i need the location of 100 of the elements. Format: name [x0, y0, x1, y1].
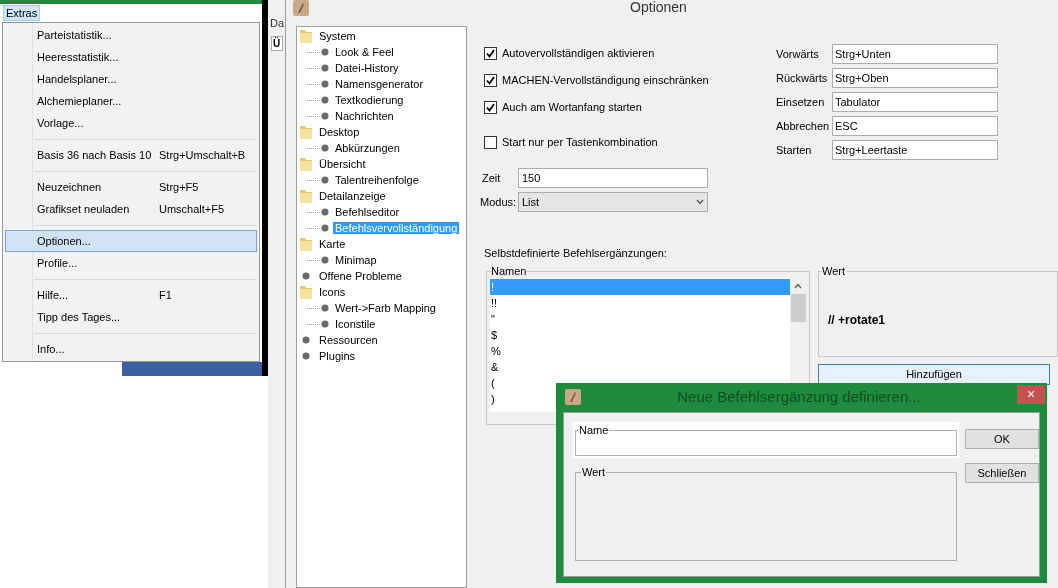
input-field[interactable]: Tabulator	[832, 92, 998, 112]
tree-item[interactable]: Textkodierung	[333, 93, 406, 106]
bullet-icon	[302, 336, 310, 344]
folder-icon	[299, 28, 313, 44]
tree-item[interactable]: Detailanzeige	[317, 189, 388, 202]
menu-item[interactable]: Neuzeichnen Strg+F5	[5, 176, 257, 198]
menu-item[interactable]: Vorlage...	[5, 112, 257, 134]
folder-icon	[299, 236, 313, 252]
scrollbar-thumb[interactable]	[790, 294, 806, 322]
list-item[interactable]: !!	[490, 295, 790, 311]
tree-item[interactable]: Offene Probleme	[317, 269, 404, 282]
dialog-title: Neue Befehlsergänzung definieren...	[676, 388, 922, 406]
input-field[interactable]: ESC	[832, 116, 998, 136]
checkmark-icon	[486, 48, 495, 58]
window-title: Optionen	[629, 0, 688, 14]
field-label: Abbrechen	[776, 118, 831, 134]
input-field[interactable]: Strg+Unten	[832, 44, 998, 64]
tree-item[interactable]: Talentreihenfolge	[333, 173, 421, 186]
field-label: Vorwärts	[776, 46, 820, 62]
tree-item[interactable]: Namensgenerator	[333, 77, 426, 90]
menu-item[interactable]: Optionen...	[5, 230, 257, 252]
tab[interactable]: Ü	[271, 36, 283, 51]
menu-item[interactable]: Profile...	[5, 252, 257, 274]
tree-item[interactable]: Übersicht	[317, 157, 368, 170]
tree-connector-line	[307, 227, 320, 229]
folder-icon	[299, 188, 313, 204]
tree-item[interactable]: Wert->Farb Mapping	[333, 301, 438, 314]
tree-connector-line	[307, 211, 320, 213]
dropdown[interactable]: List	[518, 192, 708, 212]
menu-item[interactable]: Handelsplaner...	[5, 68, 257, 90]
folder-icon	[299, 124, 313, 140]
list-item[interactable]: $	[490, 327, 790, 343]
menu-item[interactable]: Tipp des Tages...	[5, 306, 257, 328]
checkbox[interactable]	[484, 100, 497, 114]
input-field[interactable]: Strg+Oben	[832, 68, 998, 88]
bullet-icon	[321, 224, 329, 232]
bullet-icon	[321, 64, 329, 72]
menu-item[interactable]: Grafikset neuladen Umschalt+F5	[5, 198, 257, 220]
tree-item[interactable]: Befehlseditor	[333, 205, 402, 218]
value-text: // +rotate1	[828, 312, 887, 329]
checkbox-label: Auch am Wortanfang starten	[502, 99, 642, 115]
input-field[interactable]: 150	[518, 168, 708, 188]
tree-connector-line	[307, 307, 320, 309]
list-item[interactable]: %	[490, 343, 790, 359]
chevron-up-icon[interactable]	[794, 283, 802, 289]
tree-connector-line	[307, 83, 320, 85]
app-icon	[293, 0, 309, 16]
checkbox[interactable]	[484, 46, 497, 60]
field-label: Starten	[776, 142, 813, 158]
field-label: Zeit	[482, 170, 502, 186]
folder-icon	[299, 156, 313, 172]
bullet-icon	[321, 112, 329, 120]
tree-item[interactable]: Icons	[317, 285, 348, 298]
checkbox[interactable]	[484, 135, 497, 149]
bullet-icon	[321, 80, 329, 88]
menu-item[interactable]: Parteistatistik...	[5, 24, 257, 46]
tree-item[interactable]: Minimap	[333, 253, 379, 266]
tree-item[interactable]: Plugins	[317, 349, 358, 362]
tree-item[interactable]: Datei-History	[333, 61, 401, 74]
tree-connector-line	[307, 67, 320, 69]
list-item[interactable]: &	[490, 359, 790, 375]
bullet-icon	[321, 304, 329, 312]
tree-item[interactable]: Abkürzungen	[333, 141, 402, 154]
checkbox-label: MACHEN-Vervollständigung einschränken	[502, 72, 709, 88]
tree-item[interactable]: Karte	[317, 237, 348, 250]
tree-item[interactable]: Desktop	[317, 125, 362, 138]
menu-item[interactable]: Hilfe... F1	[5, 284, 257, 306]
bullet-icon	[321, 48, 329, 56]
menu-item[interactable]: Alchemieplaner...	[5, 90, 257, 112]
bullet-icon	[321, 96, 329, 104]
bullet-icon	[321, 176, 329, 184]
menu-item[interactable]: Info...	[5, 338, 257, 360]
menu-item[interactable]: Heeresstatistik...	[5, 46, 257, 68]
value-field[interactable]: Wert	[575, 466, 957, 561]
menu-title[interactable]: Extras	[3, 5, 41, 21]
name-field[interactable]: Name	[575, 424, 957, 456]
bullet-icon	[302, 272, 310, 280]
close-button[interactable]: ×	[1017, 385, 1045, 404]
add-button[interactable]: Hinzufügen	[818, 364, 1050, 385]
bullet-icon	[321, 208, 329, 216]
bullet-icon	[302, 352, 310, 360]
tree-connector-line	[307, 99, 320, 101]
dialog-button[interactable]: OK	[965, 429, 1039, 449]
app-icon	[565, 389, 581, 405]
input-field[interactable]: Strg+Leertaste	[832, 140, 998, 160]
tree-connector-line	[307, 323, 320, 325]
dialog-button[interactable]: Schließen	[965, 463, 1039, 483]
field-label: Modus:	[480, 194, 518, 210]
tree-connector-line	[307, 115, 320, 117]
list-item[interactable]: "	[490, 311, 790, 327]
bullet-icon	[321, 256, 329, 264]
tree-item[interactable]: Ressourcen	[317, 333, 380, 346]
tree-item[interactable]: Iconstile	[333, 317, 378, 330]
tree-item[interactable]: System	[317, 29, 358, 42]
menu-item[interactable]: Basis 36 nach Basis 10 Strg+Umschalt+B	[5, 144, 257, 166]
value-group: Wert // +rotate1	[818, 265, 1058, 357]
tree-connector-line	[307, 179, 320, 181]
tree-item[interactable]: Nachrichten	[333, 109, 396, 122]
tree-item[interactable]: Look & Feel	[333, 45, 396, 58]
checkbox[interactable]	[484, 73, 497, 87]
